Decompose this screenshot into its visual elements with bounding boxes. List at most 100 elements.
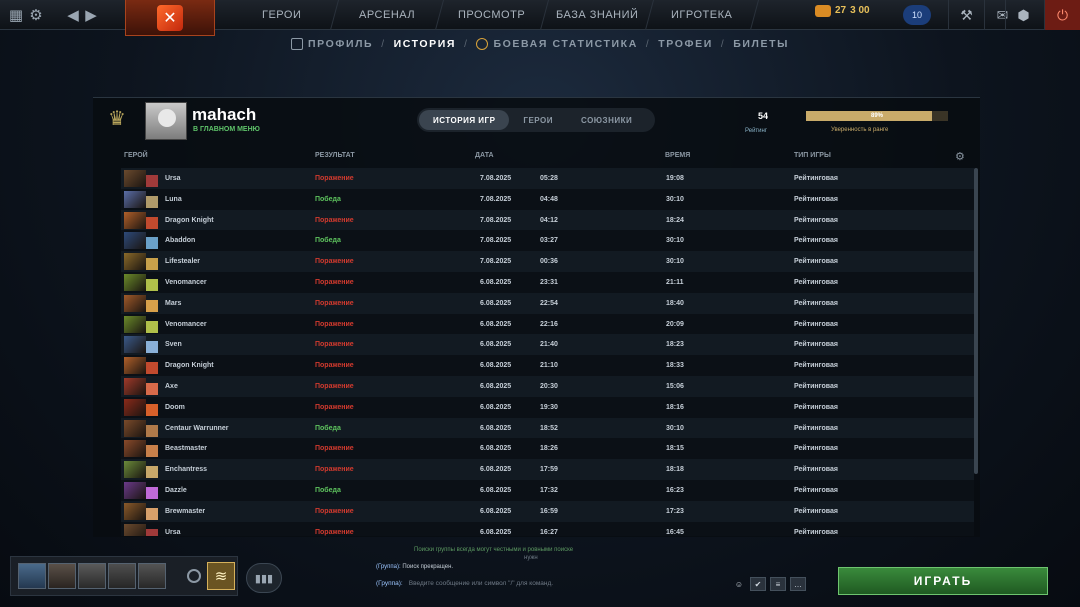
table-row[interactable]: Mars Поражение 6.08.2025 22:54 18:40 Рейтинго… (121, 292, 974, 314)
table-settings-gear-icon[interactable]: ⚙ (955, 150, 965, 163)
match-result: Победа (315, 237, 341, 245)
match-time: 22:54 (540, 299, 558, 307)
subnav-separator: / (720, 38, 726, 50)
nav-heroes[interactable]: ГЕРОИ (225, 0, 340, 30)
party-slot[interactable] (138, 563, 166, 589)
header-game-type[interactable]: ТИП ИГРЫ (794, 152, 831, 159)
chat-channel[interactable]: (Группа): (376, 580, 403, 587)
chat-input[interactable]: (Группа): Введите сообщение или символ "… (376, 576, 726, 590)
match-date: 7.08.2025 (480, 237, 512, 245)
party-slot[interactable] (48, 563, 76, 589)
hero-portrait (124, 357, 158, 375)
rank-banner-icon[interactable]: ≋ (207, 562, 235, 590)
party-slot[interactable] (108, 563, 136, 589)
chat-system-line: (Группа): Поиск прекращен. (376, 564, 453, 570)
table-row[interactable]: Ursa Поражение 7.08.2025 05:28 19:08 Рейтинго… (121, 168, 974, 189)
match-type: Рейтинговая (794, 466, 838, 474)
table-row[interactable]: Abaddon Победа 7.08.2025 03:27 30:10 Рейтинго… (121, 230, 974, 252)
scrollbar[interactable] (974, 168, 978, 474)
table-row[interactable]: Venomancer Поражение 6.08.2025 23:31 21:11 Ре… (121, 272, 974, 293)
settings-gear-icon[interactable]: ⚙ (25, 4, 47, 26)
header-date[interactable]: ДАТА (475, 152, 494, 159)
match-date: 7.08.2025 (480, 175, 512, 182)
party-slot[interactable] (78, 563, 106, 589)
table-row[interactable]: Venomancer Поражение 6.08.2025 22:16 20:09 Ре… (121, 313, 974, 335)
match-type: Рейтинговая (794, 528, 838, 536)
profile-hex-icon[interactable]: ⬢ (1005, 0, 1041, 30)
match-result: Победа (315, 424, 341, 432)
power-icon[interactable]: ⏻ (1044, 0, 1080, 30)
chat-list-icon[interactable]: ≡ (770, 577, 786, 591)
hero-name: Sven (165, 341, 182, 349)
subnav-profile[interactable]: ПРОФИЛЬ (291, 38, 373, 50)
match-history-panel: ♛ mahach В ГЛАВНОМ МЕНЮ ИСТОРИЯ ИГР ГЕРО… (93, 97, 980, 537)
subnav-combat-stats[interactable]: БОЕВАЯ СТАТИСТИКА (476, 38, 637, 50)
dota-logo-button[interactable]: ✕ (125, 0, 215, 36)
table-header: ГЕРОЙ РЕЗУЛЬТАТ ДАТА ВРЕМЯ ТИП ИГРЫ ⚙ (93, 150, 980, 164)
chat-check-icon[interactable]: ✔ (750, 577, 766, 591)
hero-name: Beastmaster (165, 445, 208, 453)
forward-arrow-icon[interactable]: ▶ (80, 4, 102, 26)
table-row[interactable]: Lifestealer Поражение 7.08.2025 00:36 30:10 Р… (121, 251, 974, 273)
armory-icon[interactable]: ⚒ (948, 0, 984, 30)
table-row[interactable]: Brewmaster Поражение 6.08.2025 16:59 17:23 Ре… (121, 500, 974, 522)
table-row[interactable]: Ursa Поражение 6.08.2025 16:27 16:45 Рейтинго… (121, 521, 974, 536)
match-date: 6.08.2025 (480, 528, 512, 536)
match-duration: 21:11 (666, 279, 684, 286)
subnav-tickets[interactable]: БИЛЕТЫ (733, 38, 789, 50)
rank-medal-icon[interactable]: ♛ (103, 104, 131, 132)
nav-watch[interactable]: ПРОСМОТР (435, 0, 550, 30)
hero-portrait-facet (146, 383, 158, 395)
table-row[interactable]: Dazzle Победа 6.08.2025 17:32 16:23 Рейтингов… (121, 480, 974, 501)
match-date: 6.08.2025 (480, 507, 512, 515)
table-row[interactable]: Centaur Warrunner Победа 6.08.2025 18:52 30:… (121, 417, 974, 439)
currency-display[interactable]: 27 3 00 (815, 5, 870, 17)
header-hero[interactable]: ГЕРОЙ (124, 152, 148, 159)
chat-system-message: Поиск прекращен. (402, 564, 454, 570)
match-type: Рейтинговая (794, 341, 838, 349)
header-duration[interactable]: ВРЕМЯ (665, 152, 690, 159)
history-tabs: ИСТОРИЯ ИГР ГЕРОИ СОЮЗНИКИ (417, 108, 655, 132)
party-slot[interactable] (18, 563, 46, 589)
play-button[interactable]: ИГРАТЬ (838, 567, 1048, 595)
table-row[interactable]: Dragon Knight Поражение 7.08.2025 04:12 18:2… (121, 209, 974, 231)
ready-ring-icon[interactable] (187, 569, 201, 583)
profile-subnav: ПРОФИЛЬ / ИСТОРИЯ / БОЕВАЯ СТАТИСТИКА / … (0, 33, 1080, 55)
match-date: 6.08.2025 (480, 383, 512, 390)
default-avatar-icon (158, 109, 176, 127)
tab-heroes[interactable]: ГЕРОИ (509, 110, 567, 130)
match-result: Поражение (315, 362, 354, 370)
hero-portrait-facet (146, 362, 158, 375)
tab-match-history[interactable]: ИСТОРИЯ ИГР (419, 110, 510, 130)
nav-games[interactable]: ИГРОТЕКА (645, 0, 760, 30)
nav-knowledge-base[interactable]: БАЗА ЗНАНИЙ (540, 0, 655, 30)
subnav-history[interactable]: ИСТОРИЯ (394, 38, 457, 50)
table-row[interactable]: Enchantress Поражение 6.08.2025 17:59 18:18 Р… (121, 459, 974, 481)
hero-name: Ursa (165, 528, 181, 536)
table-row[interactable]: Dragon Knight Поражение 6.08.2025 21:10 18:3… (121, 355, 974, 377)
subnav-trophies[interactable]: ТРОФЕИ (658, 38, 713, 50)
table-row[interactable]: Beastmaster Поражение 6.08.2025 18:26 18:15 Р… (121, 438, 974, 460)
table-row[interactable]: Sven Поражение 6.08.2025 21:40 18:23 Рейтинго… (121, 334, 974, 356)
hero-portrait-main (124, 170, 146, 187)
menu-grid-icon[interactable]: ▦ (5, 4, 27, 26)
chat-more-icon[interactable]: … (790, 577, 806, 591)
hero-portrait-main (124, 253, 146, 271)
table-row[interactable]: Axe Поражение 6.08.2025 20:30 15:06 Рейтингов… (121, 376, 974, 397)
match-date: 7.08.2025 (480, 258, 512, 266)
nav-arsenal[interactable]: АРСЕНАЛ (330, 0, 445, 30)
table-row[interactable]: Luna Победа 7.08.2025 04:48 30:10 Рейтинговая (121, 188, 974, 210)
header-result[interactable]: РЕЗУЛЬТАТ (315, 152, 355, 159)
level-badge[interactable]: 10 (903, 5, 931, 25)
match-time: 04:48 (540, 195, 558, 203)
avatar[interactable] (145, 102, 187, 140)
emoji-icon[interactable]: ☺ (731, 577, 747, 591)
tab-allies[interactable]: СОЮЗНИКИ (567, 110, 646, 130)
hero-portrait-facet (146, 487, 158, 499)
currency-top: 27 (835, 5, 847, 16)
rating-label: Рейтинг (745, 128, 768, 134)
table-row[interactable]: Doom Поражение 6.08.2025 19:30 18:16 Рейтинго… (121, 396, 974, 418)
username: mahach (192, 105, 257, 124)
party-invite-button[interactable]: ▮▮▮ (246, 563, 282, 593)
hero-name: Doom (165, 403, 185, 411)
